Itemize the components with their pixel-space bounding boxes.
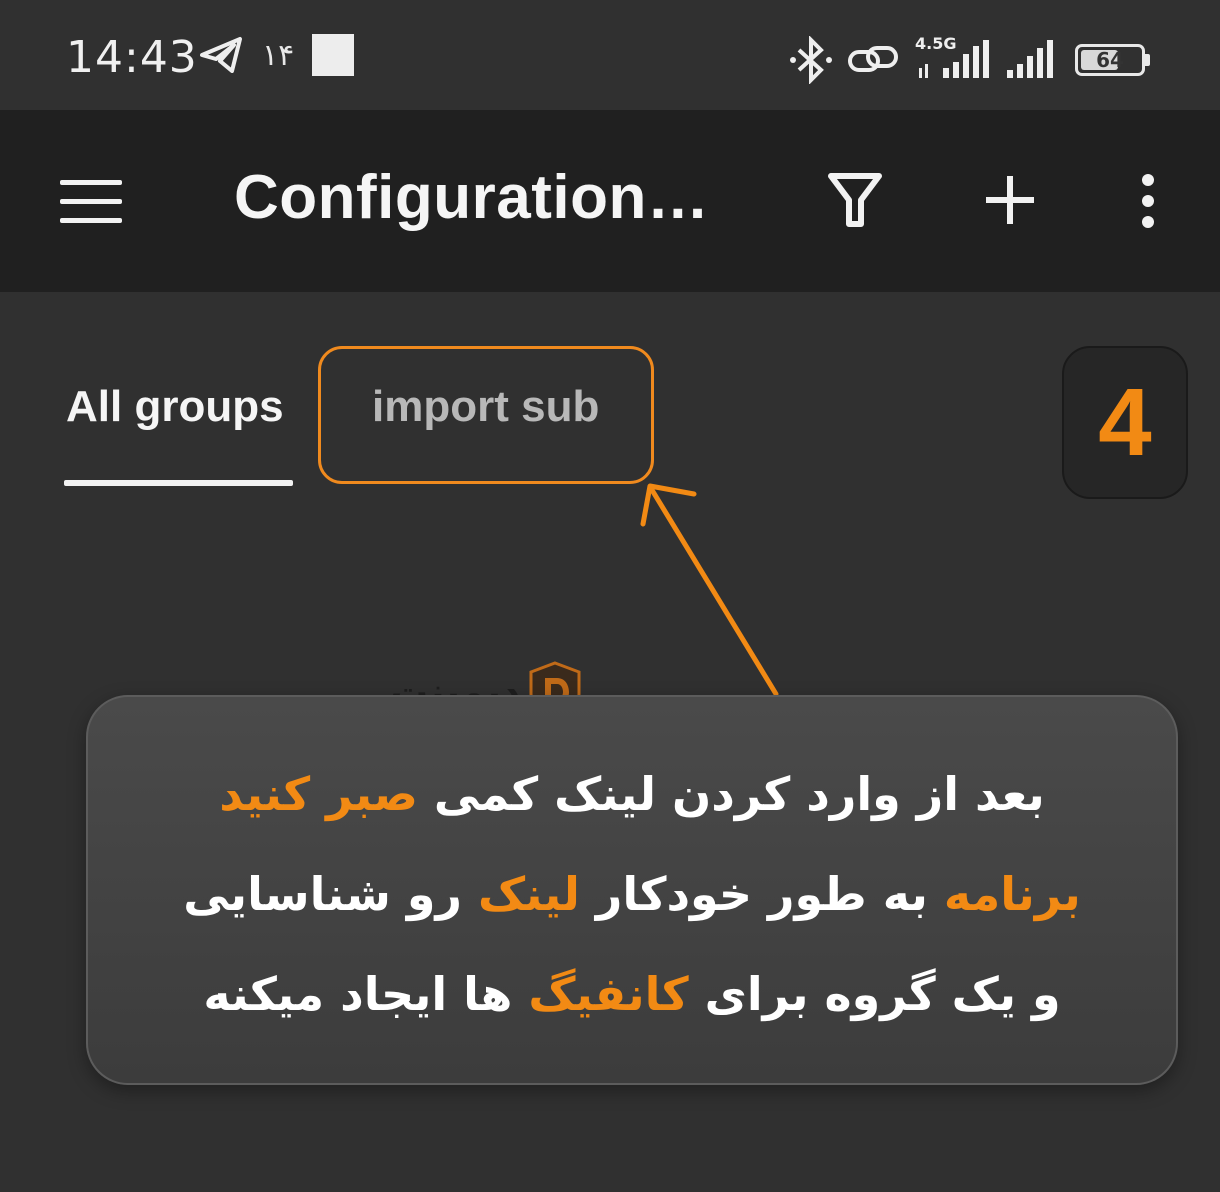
square-notification-icon <box>312 34 355 76</box>
tab-indicator <box>64 480 293 486</box>
telegram-icon <box>200 37 242 73</box>
tab-all-groups[interactable]: All groups <box>66 382 284 432</box>
tab-bar: All groups import sub <box>0 292 1220 492</box>
callout-line-2: برنامه به طور خودکار لینک رو شناسایی <box>183 867 1081 921</box>
menu-icon[interactable] <box>60 180 122 224</box>
step-badge: 4 <box>1062 346 1188 499</box>
link-icon <box>848 46 898 72</box>
callout-box: بعد از وارد کردن لینک کمی صبر کنید برنام… <box>86 695 1178 1085</box>
callout-line-1: بعد از وارد کردن لینک کمی صبر کنید <box>219 767 1045 821</box>
app-bar: Configuration… <box>0 110 1220 292</box>
signal-icon <box>919 40 989 78</box>
filter-icon[interactable] <box>826 170 884 230</box>
status-time: 14:43 <box>66 32 198 83</box>
plus-icon[interactable] <box>984 174 1036 226</box>
signal-icon <box>1007 40 1053 78</box>
more-vert-icon[interactable] <box>1136 172 1160 230</box>
battery-level: 64 <box>1096 48 1124 72</box>
battery-icon: 64 <box>1075 44 1145 76</box>
status-bar: 14:43 ۱۴ 4.5G 64 <box>0 0 1220 110</box>
tab-import-sub[interactable]: import sub <box>372 382 599 432</box>
page-title: Configuration… <box>234 163 710 232</box>
bluetooth-icon <box>790 36 832 84</box>
callout-line-3: و یک گروه برای کانفیگ ها ایجاد میکنه <box>203 967 1061 1021</box>
notification-count: ۱۴ <box>262 37 295 73</box>
